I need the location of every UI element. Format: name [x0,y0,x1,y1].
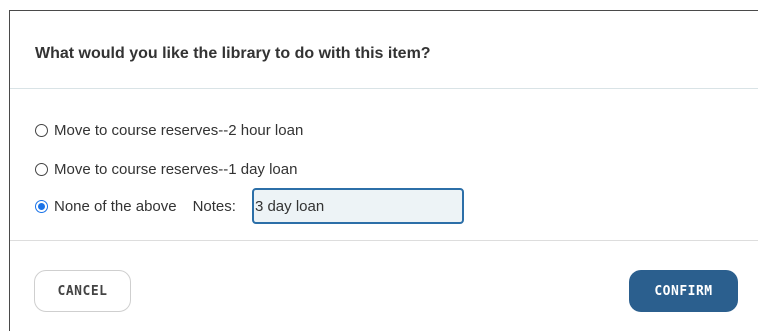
option-label: Move to course reserves--1 day loan [54,161,298,178]
notes-label: Notes: [192,197,236,215]
dialog-header: What would you like the library to do wi… [10,11,758,89]
option-label: Move to course reserves--2 hour loan [54,122,304,139]
dialog-title: What would you like the library to do wi… [35,45,431,62]
option-1-day-loan[interactable]: Move to course reserves--1 day loan [35,161,297,178]
radio-1-day-loan[interactable] [35,163,48,176]
dialog-body: Move to course reserves--2 hour loan Mov… [10,89,758,241]
radio-2-hour-loan[interactable] [35,124,48,137]
confirm-button[interactable]: CONFIRM [629,270,738,312]
radio-none-of-the-above[interactable] [35,199,48,213]
cancel-button[interactable]: CANCEL [34,270,131,312]
dialog: What would you like the library to do wi… [9,10,758,331]
option-none-of-the-above[interactable]: None of the above Notes: [35,188,464,224]
option-label: None of the above [54,197,177,215]
notes-input[interactable] [251,188,464,224]
option-2-hour-loan[interactable]: Move to course reserves--2 hour loan [35,122,303,139]
